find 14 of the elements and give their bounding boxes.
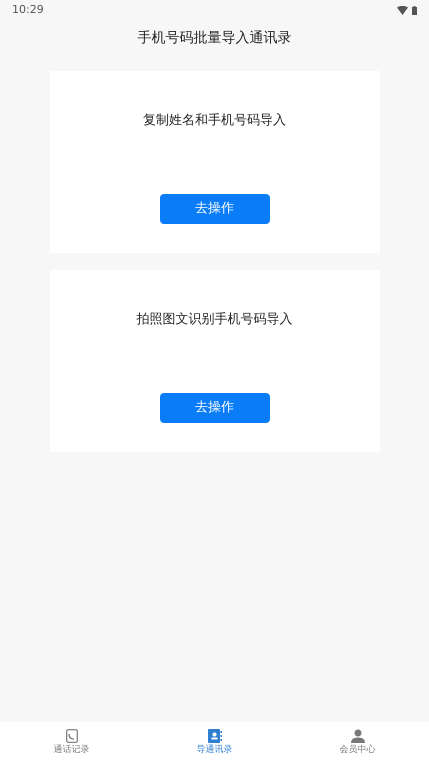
page-title: 手机号码批量导入通讯录 xyxy=(138,28,292,48)
wifi-icon xyxy=(397,6,408,14)
card-title: 复制姓名和手机号码导入 xyxy=(143,112,286,130)
card-title: 拍照图文识别手机号码导入 xyxy=(136,311,292,329)
tab-item[interactable]: 导通讯录 xyxy=(143,722,286,762)
action-button[interactable]: 去操作 xyxy=(160,194,270,224)
person-icon xyxy=(350,728,364,742)
tab-item[interactable]: 通话记录 xyxy=(0,722,143,762)
status-time: 10:29 xyxy=(12,2,44,18)
phone-icon xyxy=(66,728,78,742)
battery-icon xyxy=(412,6,417,14)
action-button[interactable]: 去操作 xyxy=(160,392,270,422)
contact-book-icon xyxy=(208,728,222,742)
tab-item[interactable]: 会员中心 xyxy=(286,722,429,762)
